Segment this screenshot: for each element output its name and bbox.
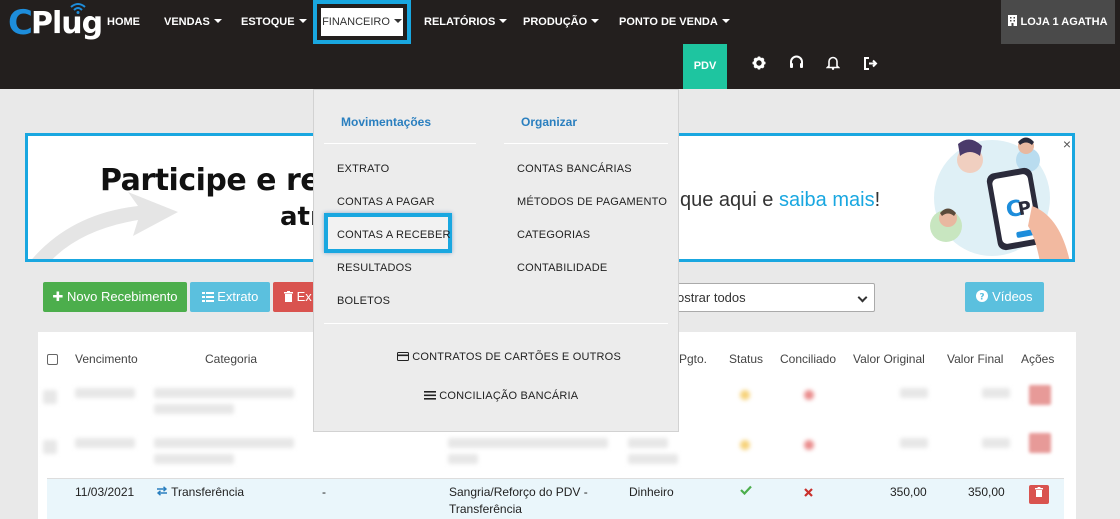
banner-subtitle: que aqui e saiba mais! (680, 189, 881, 211)
caret-down-icon (499, 19, 508, 23)
wifi-icon (70, 2, 86, 17)
caret-down-icon (213, 19, 222, 23)
cell-valor-final: 350,00 (968, 485, 1005, 499)
cell-categoria: Transferência (156, 485, 244, 499)
dropdown-heading-movimentacoes: Movimentações (341, 115, 432, 129)
credit-card-icon (397, 351, 412, 363)
nav-estoque[interactable]: ESTOQUE (241, 0, 307, 44)
new-receivable-button[interactable]: ✚ Novo Recebimento (43, 282, 187, 312)
menu-extrato[interactable]: EXTRATO (337, 163, 389, 175)
header-status[interactable]: Status (729, 352, 763, 366)
svg-text:?: ? (980, 293, 985, 303)
divider (504, 143, 668, 144)
menu-contas-a-receber[interactable]: CONTAS A RECEBER (337, 229, 451, 241)
menu-contabilidade[interactable]: CONTABILIDADE (517, 262, 607, 274)
headset-icon[interactable] (786, 55, 806, 75)
menu-contas-a-pagar[interactable]: CONTAS A PAGAR (337, 196, 435, 208)
caret-down-icon (591, 19, 600, 23)
list-icon (201, 289, 218, 304)
header-conciliado[interactable]: Conciliado (780, 352, 836, 366)
menu-contratos-de-cartoes[interactable]: CONTRATOS DE CARTÕES E OUTROS (397, 351, 621, 363)
divider (324, 323, 668, 324)
question-circle-icon: ? (976, 289, 992, 304)
check-icon (740, 484, 752, 498)
nav-financeiro[interactable]: FINANCEIRO (313, 0, 411, 44)
cell-pgto: Dinheiro (629, 485, 674, 499)
caret-down-icon (393, 19, 402, 23)
extrato-button[interactable]: Extrato (190, 282, 270, 312)
cell-descricao: Sangria/Reforço do PDV - (449, 485, 588, 499)
nav-relatorios[interactable]: RELATÓRIOS (424, 0, 508, 44)
divider (324, 143, 476, 144)
menu-metodos-de-pagamento[interactable]: MÉTODOS DE PAGAMENTO (517, 196, 667, 208)
cell-vencimento: 11/03/2021 (75, 485, 135, 499)
pdv-button[interactable]: PDV (683, 44, 727, 89)
delete-row-button[interactable] (1029, 385, 1051, 405)
building-icon (1008, 15, 1020, 28)
logout-icon[interactable] (860, 55, 880, 75)
dropdown-heading-organizar: Organizar (521, 115, 578, 129)
menu-resultados[interactable]: RESULTADOS (337, 262, 412, 274)
plus-icon: ✚ (52, 289, 64, 304)
app-illustration: C P (930, 137, 1070, 259)
store-button[interactable]: LOJA 1 AGATHA (1001, 0, 1115, 44)
delete-row-button[interactable] (1029, 485, 1049, 504)
filter-select[interactable]: ostrar todos (662, 283, 875, 312)
cell-descricao-line2: Transferência (449, 502, 522, 516)
cplug-logo[interactable]: C Plug (8, 2, 103, 43)
cell-valor-original: 350,00 (890, 485, 927, 499)
header-acoes: Ações (1021, 352, 1055, 366)
reconcile-icon (424, 390, 439, 402)
header-valor-original[interactable]: Valor Original (853, 352, 925, 366)
menu-boletos[interactable]: BOLETOS (337, 295, 390, 307)
trash-icon (284, 289, 297, 304)
sub-navbar (0, 44, 1120, 89)
header-pgto[interactable]: Pgto. (679, 352, 707, 366)
bell-icon[interactable] (823, 55, 843, 75)
nav-ponto-de-venda[interactable]: PONTO DE VENDA (619, 0, 730, 44)
nav-home[interactable]: HOME (107, 0, 140, 44)
menu-contas-bancarias[interactable]: CONTAS BANCÁRIAS (517, 163, 632, 175)
delete-row-button[interactable] (1029, 433, 1051, 453)
caret-down-icon (298, 19, 307, 23)
table-row[interactable] (38, 428, 1064, 476)
caret-down-icon (721, 19, 730, 23)
chevron-down-icon (857, 292, 868, 303)
header-categoria[interactable]: Categoria (205, 352, 257, 366)
nav-vendas[interactable]: VENDAS (164, 0, 222, 44)
header-vencimento[interactable]: Vencimento (75, 352, 138, 366)
menu-conciliacao-bancaria[interactable]: CONCILIAÇÃO BANCÁRIA (424, 390, 578, 402)
videos-button[interactable]: ? Vídeos (965, 282, 1044, 312)
x-icon (804, 486, 813, 500)
close-icon[interactable]: × (1059, 136, 1072, 152)
trash-icon (1035, 487, 1043, 500)
select-all-checkbox[interactable] (47, 354, 58, 365)
transfer-icon (156, 485, 171, 499)
cell-subcategoria: - (322, 485, 326, 499)
header-valor-final[interactable]: Valor Final (947, 352, 1003, 366)
gear-icon[interactable] (749, 55, 769, 75)
menu-categorias[interactable]: CATEGORIAS (517, 229, 590, 241)
nav-producao[interactable]: PRODUÇÃO (523, 0, 600, 44)
financeiro-dropdown: Movimentações Organizar EXTRATO CONTAS A… (313, 89, 679, 432)
